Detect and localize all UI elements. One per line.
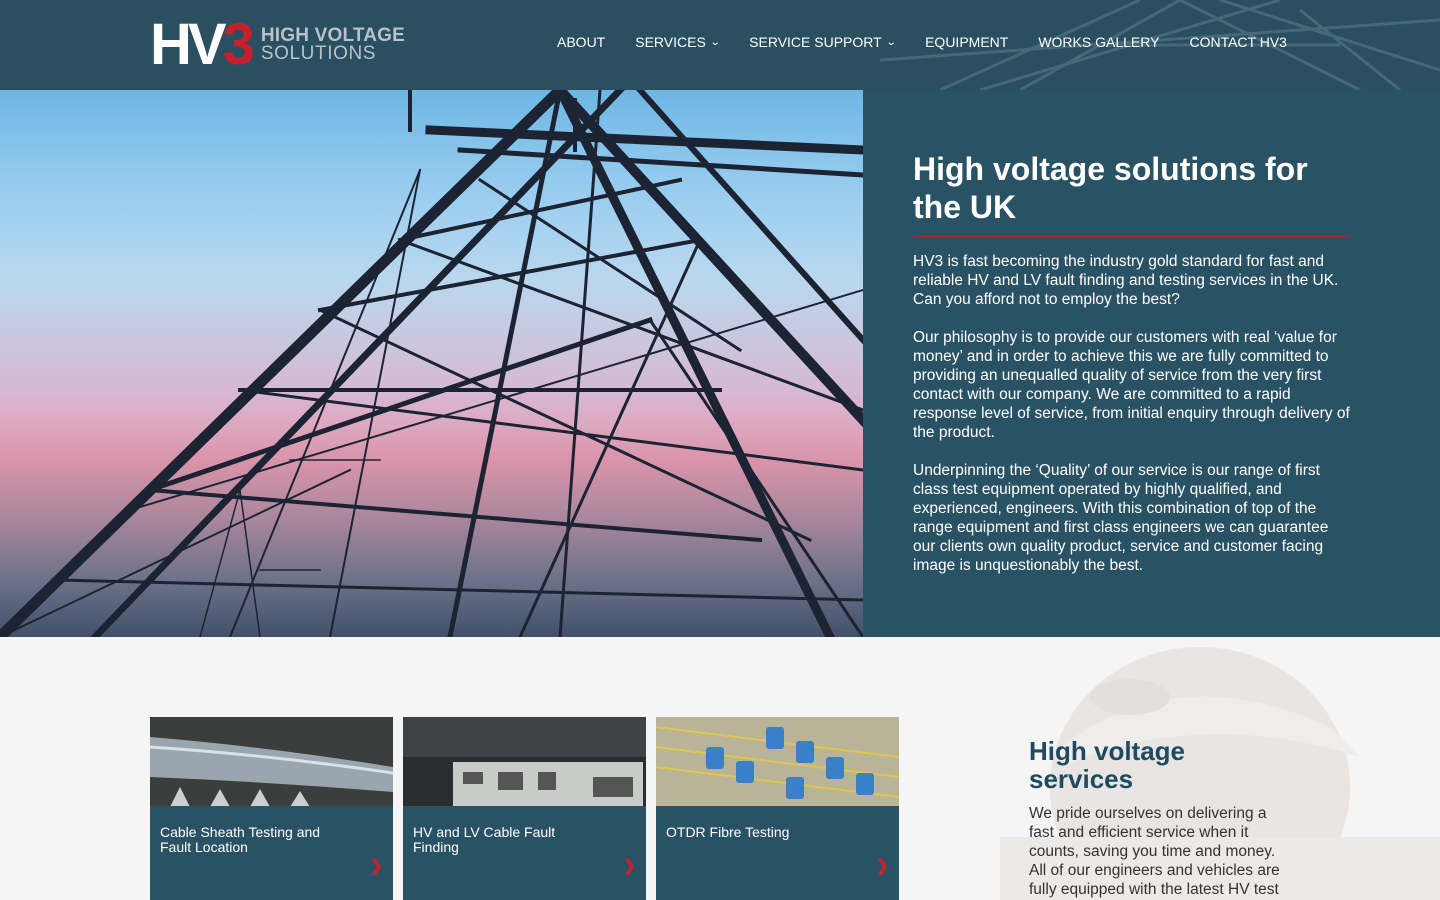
nav-service-support[interactable]: SERVICE SUPPORT ⌄ bbox=[749, 34, 897, 50]
service-card-cable-fault[interactable]: HV and LV Cable Fault Finding ❯ bbox=[403, 717, 646, 900]
nav-about[interactable]: ABOUT bbox=[557, 34, 605, 50]
card-caption: OTDR Fibre Testing ❯ bbox=[656, 806, 899, 900]
main-nav: ABOUT SERVICES ⌄ SERVICE SUPPORT ⌄ EQUIPME… bbox=[557, 34, 1317, 50]
hero-body: HV3 is fast becoming the industry gold s… bbox=[913, 252, 1353, 594]
logo-text: HIGH VOLTAGE SOLUTIONS bbox=[260, 26, 405, 64]
nav-equipment[interactable]: EQUIPMENT bbox=[925, 34, 1008, 50]
card-caption: Cable Sheath Testing and Fault Location … bbox=[150, 806, 393, 900]
logo-line2: SOLUTIONS bbox=[260, 43, 377, 64]
pylon-illustration bbox=[0, 90, 863, 637]
service-card-cable-sheath[interactable]: Cable Sheath Testing and Fault Location … bbox=[150, 717, 393, 900]
chevron-down-icon: ⌄ bbox=[709, 36, 721, 48]
hero-title: High voltage solutions for the UK bbox=[913, 151, 1308, 225]
hero-pylon-image bbox=[0, 90, 863, 637]
chevron-right-icon: ❯ bbox=[875, 858, 889, 875]
card-label: HV and LV Cable Fault Finding bbox=[413, 824, 556, 855]
nav-contact[interactable]: CONTACT HV3 bbox=[1189, 34, 1287, 50]
hero-paragraph: Our philosophy is to provide our custome… bbox=[913, 329, 1350, 441]
card-caption: HV and LV Cable Fault Finding ❯ bbox=[403, 806, 646, 900]
nav-works-gallery[interactable]: WORKS GALLERY bbox=[1038, 34, 1159, 50]
hv3-logo[interactable]: HV3 HIGH VOLTAGE SOLUTIONS bbox=[150, 12, 405, 77]
services-body: We pride ourselves on delivering a fast … bbox=[1029, 805, 1280, 898]
hero-divider bbox=[913, 236, 1351, 237]
chevron-down-icon: ⌄ bbox=[885, 36, 897, 48]
cable-sheath-image bbox=[150, 717, 393, 807]
hero-text-panel: High voltage solutions for the UK HV3 is… bbox=[863, 90, 1440, 637]
service-card-otdr[interactable]: OTDR Fibre Testing ❯ bbox=[656, 717, 899, 900]
card-label: Cable Sheath Testing and Fault Location bbox=[160, 824, 321, 855]
nav-services[interactable]: SERVICES ⌄ bbox=[635, 34, 721, 50]
fibre-connectors-image bbox=[656, 717, 899, 807]
chevron-right-icon: ❯ bbox=[369, 858, 383, 875]
services-title: High voltage services bbox=[1029, 736, 1186, 794]
site-header: HV3 HIGH VOLTAGE SOLUTIONS ABOUT SERVICE… bbox=[0, 0, 1440, 90]
hero-paragraph: Underpinning the ‘Quality’ of our servic… bbox=[913, 462, 1329, 574]
card-label: OTDR Fibre Testing bbox=[666, 824, 790, 840]
logo-mark: HV3 bbox=[150, 12, 255, 77]
chevron-right-icon: ❯ bbox=[622, 858, 636, 875]
test-equipment-image bbox=[403, 717, 646, 807]
hero-paragraph: HV3 is fast becoming the industry gold s… bbox=[913, 253, 1339, 308]
